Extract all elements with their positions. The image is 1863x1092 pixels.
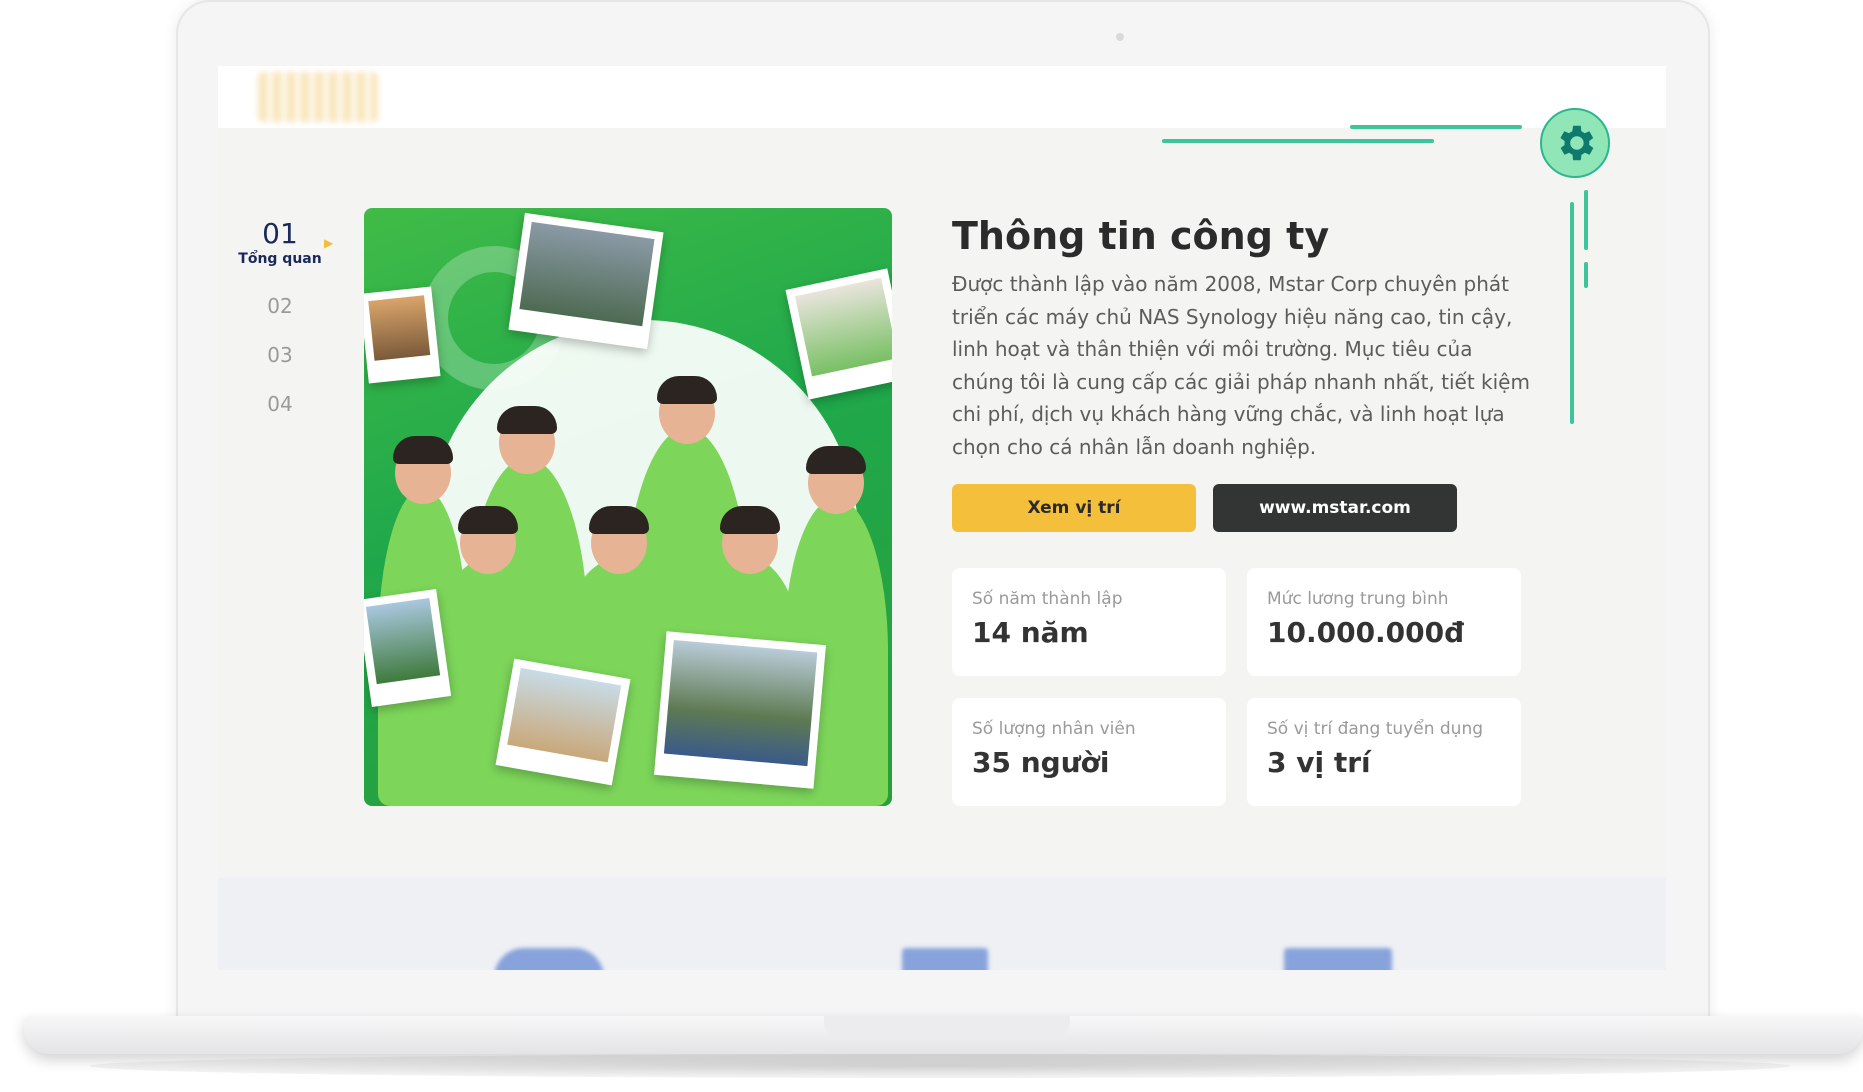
next-section [218,878,1666,970]
company-description: Được thành lập vào năm 2008, Mstar Corp … [952,272,1530,459]
gear-icon [1560,125,1594,161]
stat-value: 10.000.000đ [1267,616,1465,649]
decor-line-top [1350,125,1522,129]
decor-vline-tiny [1584,262,1588,288]
stat-value: 35 người [972,746,1110,779]
stat-label: Số lượng nhân viên [972,719,1136,739]
polaroid-photo [364,588,452,708]
polaroid-photo [495,658,631,786]
decor-line-lower [1162,139,1434,143]
stat-value: 14 năm [972,616,1089,649]
step-03[interactable]: 03 [238,339,322,371]
stat-label: Số vị trí đang tuyển dụng [1267,719,1484,739]
team-photo [364,208,892,806]
stat-value: 3 vị trí [1267,746,1371,779]
stat-card-salary: Mức lương trung bình 10.000.000đ [1247,568,1521,676]
header-bar [218,66,1666,128]
polaroid-photo [508,212,664,350]
polaroid-photo [785,268,892,400]
settings-button[interactable] [1540,108,1610,178]
stat-card-employees: Số lượng nhân viên 35 người [952,698,1226,806]
decor-vline-long [1570,202,1574,424]
step-04[interactable]: 04 [238,388,322,420]
laptop-shadow [90,1054,1790,1078]
step-01[interactable]: 01 Tổng quan ▶ [238,217,333,268]
website-button[interactable]: www.mstar.com [1213,484,1457,532]
step-number: 03 [267,343,293,367]
step-label: Tổng quan [238,251,322,267]
blurred-icon [902,948,988,970]
blurred-icon [494,948,604,970]
polaroid-photo [364,286,441,384]
step-number: 04 [267,392,293,416]
stat-label: Số năm thành lập [972,589,1123,609]
step-number: 01 [262,217,298,250]
page-title: Thông tin công ty [952,214,1330,258]
step-02[interactable]: 02 [238,290,322,322]
view-location-button[interactable]: Xem vị trí [952,484,1196,532]
laptop-notch [824,1016,1070,1038]
stat-card-openings: Số vị trí đang tuyển dụng 3 vị trí [1247,698,1521,806]
screen: 01 Tổng quan ▶ 02 03 04 Thông tin công t… [218,66,1666,970]
decor-vline-short [1584,190,1588,250]
camera-dot [1116,33,1124,41]
blurred-icon [1284,948,1392,970]
triangle-right-icon: ▶ [324,236,334,250]
stat-card-years: Số năm thành lập 14 năm [952,568,1226,676]
logo[interactable] [258,72,378,122]
polaroid-photo [654,631,826,789]
stat-label: Mức lương trung bình [1267,589,1449,609]
step-number: 02 [267,294,293,318]
